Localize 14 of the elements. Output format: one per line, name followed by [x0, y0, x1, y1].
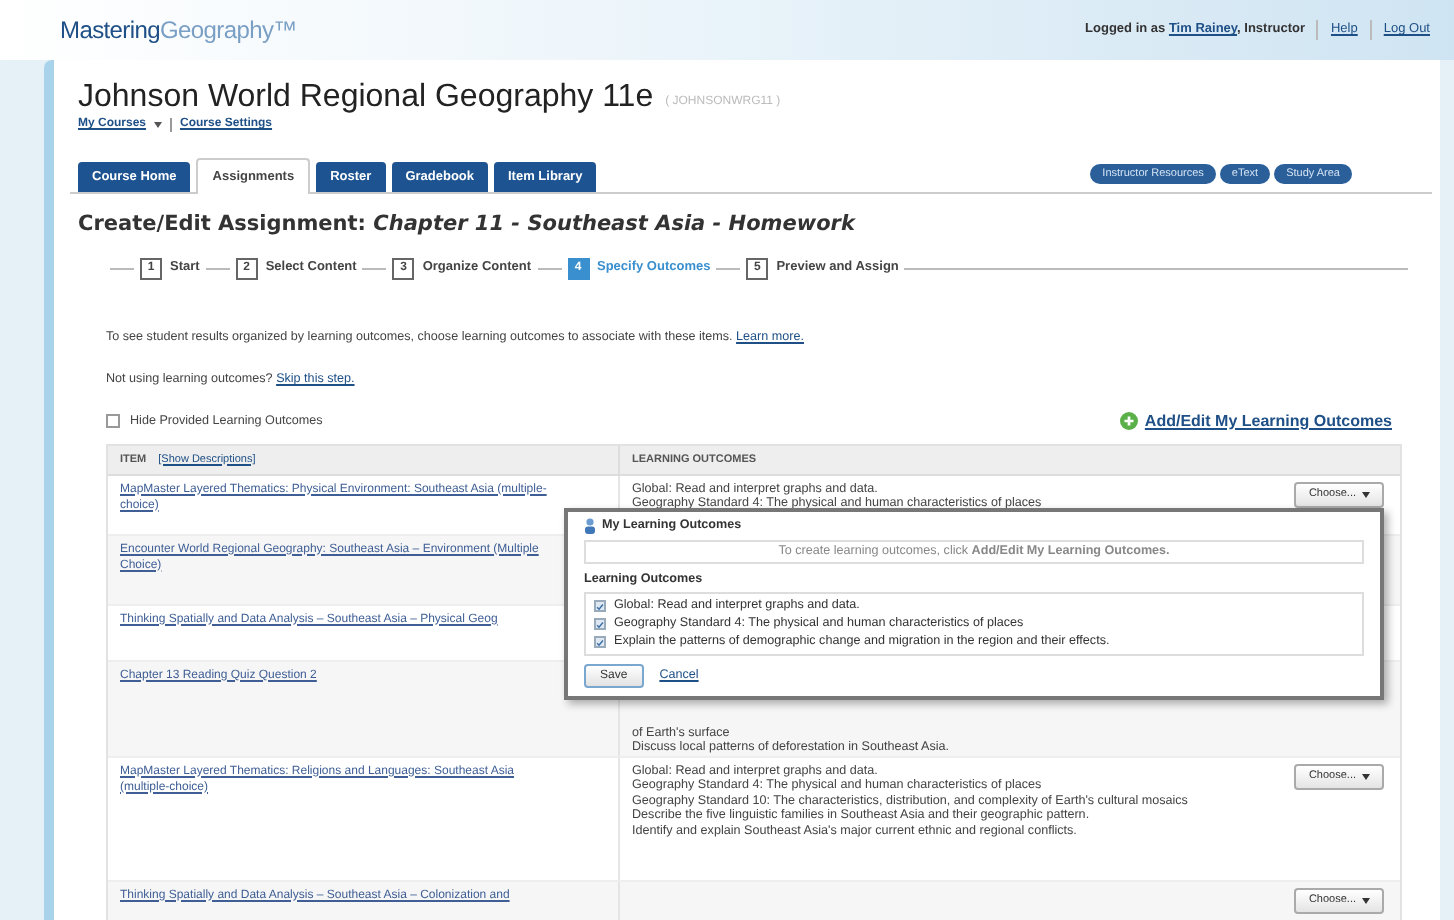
- add-edit-link[interactable]: Add/Edit My Learning Outcomes: [1120, 409, 1392, 434]
- caret-icon: [1362, 897, 1370, 904]
- caret-icon: [1362, 773, 1370, 780]
- checkbox[interactable]: [594, 600, 606, 612]
- checkbox[interactable]: [594, 636, 606, 648]
- page-title: Create/Edit Assignment: Chapter 11 - Southeast Asia - Homework: [76, 210, 858, 240]
- course-title: Johnson World Regional Geography 11e: [78, 80, 654, 116]
- person-icon: [584, 518, 596, 534]
- caret-icon[interactable]: [154, 122, 163, 128]
- caret-icon: [1362, 491, 1370, 498]
- logo: MasteringGeography™: [60, 14, 297, 48]
- checkbox[interactable]: [594, 618, 606, 630]
- checkbox[interactable]: [106, 414, 120, 429]
- plus-icon: [1120, 412, 1139, 431]
